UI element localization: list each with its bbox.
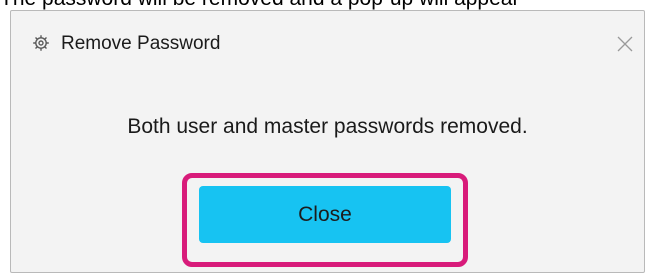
close-icon[interactable]	[616, 35, 634, 53]
dialog-message: Both user and master passwords removed.	[127, 115, 528, 138]
instruction-caption: The password will be removed and a pop-u…	[0, 0, 651, 10]
gear-icon	[32, 34, 50, 52]
dialog-title: Remove Password	[61, 33, 221, 54]
dialog-title-bar: Remove Password	[11, 11, 644, 73]
close-button[interactable]: Close	[199, 186, 451, 243]
